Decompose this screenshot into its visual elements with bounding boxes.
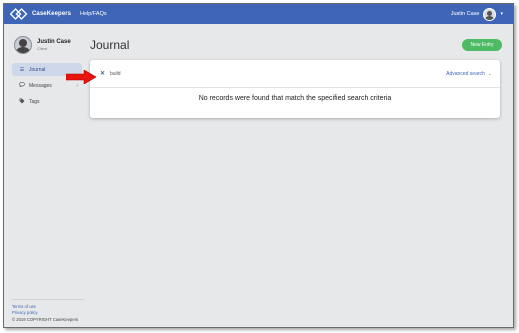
list-icon: ☰ — [19, 66, 25, 73]
advanced-search-toggle[interactable]: Advanced search ⌄ — [446, 71, 492, 77]
divider — [12, 299, 84, 300]
chevron-down-icon: ⌄ — [487, 71, 492, 77]
brand-logo[interactable]: CaseKeepers — [10, 7, 71, 21]
app-window: CaseKeepers Help/FAQs Justin Case ▾ Just… — [3, 3, 514, 328]
avatar[interactable] — [483, 7, 497, 21]
search-bar: ✕ build Advanced search ⌄ — [90, 60, 500, 88]
profile-name: Justin Case — [37, 39, 71, 45]
user-menu[interactable]: Justin Case ▾ — [451, 7, 503, 21]
empty-state-message: No records were found that match the spe… — [198, 95, 392, 102]
help-faqs-link[interactable]: Help/FAQs — [80, 11, 107, 17]
top-navbar: CaseKeepers Help/FAQs Justin Case ▾ — [4, 4, 513, 24]
sidebar-item-label: Tags — [29, 98, 40, 105]
profile-avatar — [14, 36, 32, 54]
close-icon[interactable]: ✕ — [100, 70, 105, 77]
advanced-search-label: Advanced search — [446, 71, 485, 77]
tag-icon — [18, 98, 26, 106]
copyright-text: © 2019 COPYRIGHT CaseKeepers — [12, 317, 79, 322]
chat-bubble-icon — [18, 82, 26, 89]
sidebar-item-tags[interactable]: Tags — [12, 95, 82, 108]
new-entry-button[interactable]: New Entry — [462, 39, 502, 51]
red-arrow-icon — [66, 70, 96, 84]
sidebar-footer: Terms of use Privacy policy — [12, 299, 84, 316]
search-input[interactable]: build — [110, 71, 121, 77]
casekeepers-logo-icon — [10, 8, 28, 20]
user-name: Justin Case — [450, 11, 480, 17]
sidebar-item-label: Messages — [29, 82, 52, 89]
profile-role: Client — [37, 46, 48, 51]
page-title: Journal — [90, 38, 130, 52]
sidebar-item-label: Journal — [29, 66, 46, 73]
sidebar-profile: Justin Case Client — [14, 36, 71, 54]
brand-name: CaseKeepers — [32, 11, 72, 17]
journal-card: ✕ build Advanced search ⌄ No records were… — [90, 60, 500, 118]
privacy-policy-link[interactable]: Privacy policy — [12, 310, 84, 316]
chevron-down-icon[interactable]: ▾ — [500, 11, 503, 17]
